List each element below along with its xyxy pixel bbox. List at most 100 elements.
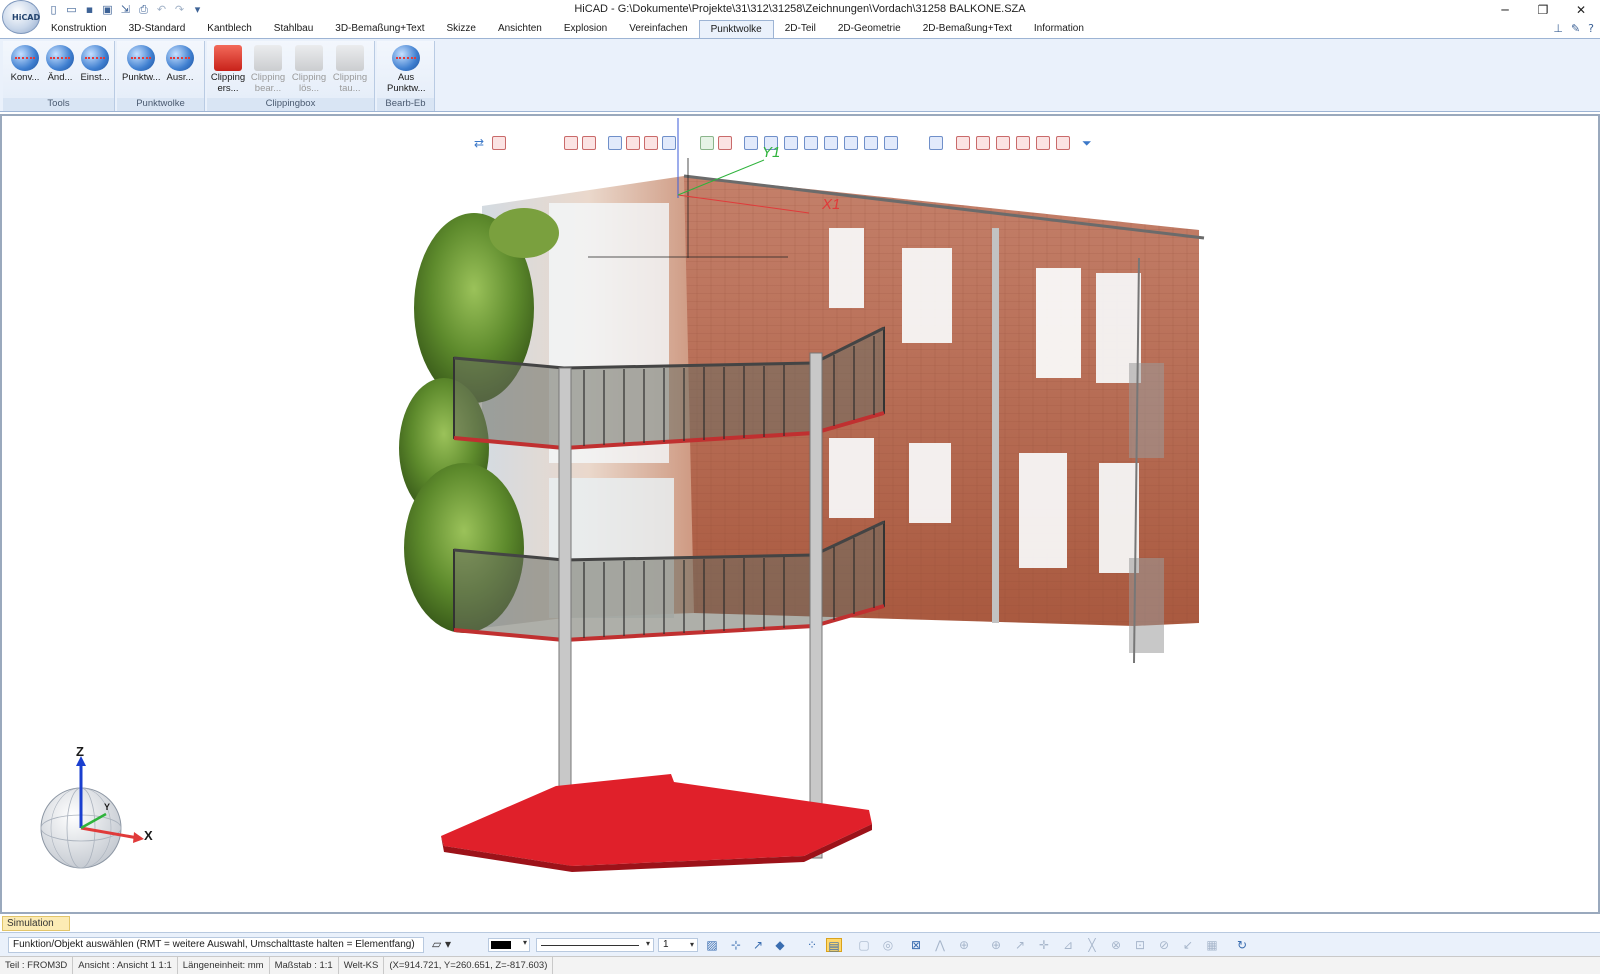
- disabled-2-icon[interactable]: ◎: [880, 938, 896, 952]
- zoom-out-icon[interactable]: [644, 136, 658, 150]
- line-width-selector[interactable]: 1 ▾: [658, 938, 698, 952]
- clipping-bearbeiten-button[interactable]: Clipping bear...: [249, 44, 287, 99]
- tab-konstruktion[interactable]: Konstruktion: [40, 20, 118, 38]
- frame-view-icon[interactable]: [492, 136, 506, 150]
- view-iso-4-icon[interactable]: [804, 136, 818, 150]
- quick-access-toolbar: ▯ ▭ ▪ ▣ ⇲ ⎙ ↶ ↷ ▾: [46, 2, 205, 18]
- shade-2-icon[interactable]: [976, 136, 990, 150]
- undo-icon[interactable]: ↶: [154, 2, 169, 17]
- application-menu-button[interactable]: HiCAD: [2, 0, 40, 34]
- zoom-window-icon[interactable]: [608, 136, 622, 150]
- tab-2d-bemassung-text[interactable]: 2D-Bemaßung+Text: [912, 20, 1023, 38]
- trim-icon[interactable]: ⊠: [908, 938, 924, 952]
- clipping-loeschen-button[interactable]: Clipping lös...: [290, 44, 328, 99]
- active-mode-icon[interactable]: ▤: [826, 938, 842, 953]
- axis-label-y1: Y1: [762, 144, 781, 161]
- help-icon[interactable]: ?: [1588, 22, 1594, 35]
- punktwolke-button[interactable]: Punktw...: [122, 44, 161, 99]
- zoom-in-icon[interactable]: [626, 136, 640, 150]
- shade-4-icon[interactable]: [1016, 136, 1030, 150]
- tab-kantblech[interactable]: Kantblech: [196, 20, 262, 38]
- shade-5-icon[interactable]: [1036, 136, 1050, 150]
- axis-snap-icon[interactable]: ↗: [750, 938, 766, 952]
- view-iso-1-icon[interactable]: [744, 136, 758, 150]
- tab-3d-bemassung-text[interactable]: 3D-Bemaßung+Text: [324, 20, 435, 38]
- viewport-frame: ⇄ ⏷ X1 Y1 Z X Y: [0, 114, 1600, 914]
- snap-7-icon[interactable]: ⊡: [1132, 938, 1148, 952]
- disabled-4-icon[interactable]: ⊕: [956, 938, 972, 952]
- 3d-viewport[interactable]: ⇄ ⏷ X1 Y1 Z X Y: [4, 118, 1598, 912]
- close-button[interactable]: ✕: [1562, 0, 1600, 20]
- hatch-icon[interactable]: ▨: [704, 938, 720, 952]
- refresh-icon[interactable]: ↻: [1234, 938, 1250, 952]
- simulation-tab[interactable]: Simulation: [2, 916, 70, 931]
- tab-ansichten[interactable]: Ansichten: [487, 20, 553, 38]
- new-file-icon[interactable]: ▯: [46, 2, 61, 17]
- export-icon[interactable]: ⇲: [118, 2, 133, 17]
- render-mode-icon[interactable]: [929, 136, 943, 150]
- measure-edge-icon[interactable]: [582, 136, 596, 150]
- snap-5-icon[interactable]: ╳: [1084, 938, 1100, 952]
- pan-icon[interactable]: [662, 136, 676, 150]
- snap-10-icon[interactable]: ▦: [1204, 938, 1220, 952]
- tab-information[interactable]: Information: [1023, 20, 1095, 38]
- save-as-icon[interactable]: ▣: [100, 2, 115, 17]
- point-snap-icon[interactable]: ⊹: [728, 938, 744, 952]
- print-icon[interactable]: ⎙: [136, 2, 151, 17]
- swap-view-icon[interactable]: ⇄: [474, 136, 488, 150]
- shade-6-icon[interactable]: [1056, 136, 1070, 150]
- konvertieren-button[interactable]: Konv...: [6, 44, 44, 99]
- snap-8-icon[interactable]: ⊘: [1156, 938, 1172, 952]
- aus-punktwolke-button[interactable]: Aus Punktw...: [387, 44, 426, 99]
- view-iso-6-icon[interactable]: [844, 136, 858, 150]
- tab-2d-teil[interactable]: 2D-Teil: [774, 20, 827, 38]
- window-title: HiCAD - G:\Dokumente\Projekte\31\312\312…: [574, 3, 1026, 15]
- clipping-erstellen-button[interactable]: Clipping ers...: [209, 44, 247, 99]
- ausrichten-button[interactable]: Ausr...: [161, 44, 199, 99]
- group-label-bearb-eb: Bearb-Eb: [377, 98, 434, 111]
- snap-3-icon[interactable]: ✛: [1036, 938, 1052, 952]
- aendern-button[interactable]: Änd...: [41, 44, 79, 99]
- qat-customize-icon[interactable]: ▾: [190, 2, 205, 17]
- open-file-icon[interactable]: ▭: [64, 2, 79, 17]
- save-icon[interactable]: ▪: [82, 2, 97, 17]
- redo-icon[interactable]: ↷: [172, 2, 187, 17]
- pin-icon[interactable]: ⊥: [1553, 22, 1563, 35]
- restore-button[interactable]: ❐: [1524, 0, 1562, 20]
- shape-selector[interactable]: ▱ ▾: [432, 937, 476, 953]
- disabled-3-icon[interactable]: ⋀: [932, 938, 948, 952]
- tab-vereinfachen[interactable]: Vereinfachen: [618, 20, 698, 38]
- tab-skizze[interactable]: Skizze: [435, 20, 486, 38]
- tab-stahlbau[interactable]: Stahlbau: [263, 20, 324, 38]
- tab-punktwolke[interactable]: Punktwolke: [698, 20, 774, 39]
- ribbon-tab-bar: Konstruktion 3D-Standard Kantblech Stahl…: [0, 20, 1600, 39]
- disabled-1-icon[interactable]: ▢: [856, 938, 872, 952]
- view-iso-7-icon[interactable]: [864, 136, 878, 150]
- color-selector[interactable]: ▾: [488, 938, 530, 952]
- shade-1-icon[interactable]: [956, 136, 970, 150]
- snap-9-icon[interactable]: ↙: [1180, 938, 1196, 952]
- filter-icon[interactable]: ⏷: [1082, 136, 1096, 150]
- color-cube-icon[interactable]: ◆: [772, 938, 788, 952]
- line-type-selector[interactable]: ▾: [536, 938, 654, 952]
- measure-icon[interactable]: [564, 136, 578, 150]
- minimize-button[interactable]: ─: [1486, 0, 1524, 20]
- view-iso-8-icon[interactable]: [884, 136, 898, 150]
- view-iso-5-icon[interactable]: [824, 136, 838, 150]
- snap-2-icon[interactable]: ↗: [1012, 938, 1028, 952]
- snap-4-icon[interactable]: ⊿: [1060, 938, 1076, 952]
- tab-2d-geometrie[interactable]: 2D-Geometrie: [827, 20, 912, 38]
- view-back-icon[interactable]: [718, 136, 732, 150]
- clipping-tauschen-button[interactable]: Clipping tau...: [331, 44, 369, 99]
- tab-3d-standard[interactable]: 3D-Standard: [118, 20, 197, 38]
- snap-6-icon[interactable]: ⊗: [1108, 938, 1124, 952]
- tab-explosion[interactable]: Explosion: [553, 20, 618, 38]
- snap-1-icon[interactable]: ⊕: [988, 938, 1004, 952]
- view-front-icon[interactable]: [700, 136, 714, 150]
- einstellungen-button[interactable]: Einst...: [76, 44, 114, 99]
- shade-3-icon[interactable]: [996, 136, 1010, 150]
- notes-icon[interactable]: ✎: [1571, 22, 1580, 35]
- grid-points-icon[interactable]: ⁘: [804, 938, 820, 952]
- view-iso-3-icon[interactable]: [784, 136, 798, 150]
- clipping-edit-icon: [254, 45, 282, 71]
